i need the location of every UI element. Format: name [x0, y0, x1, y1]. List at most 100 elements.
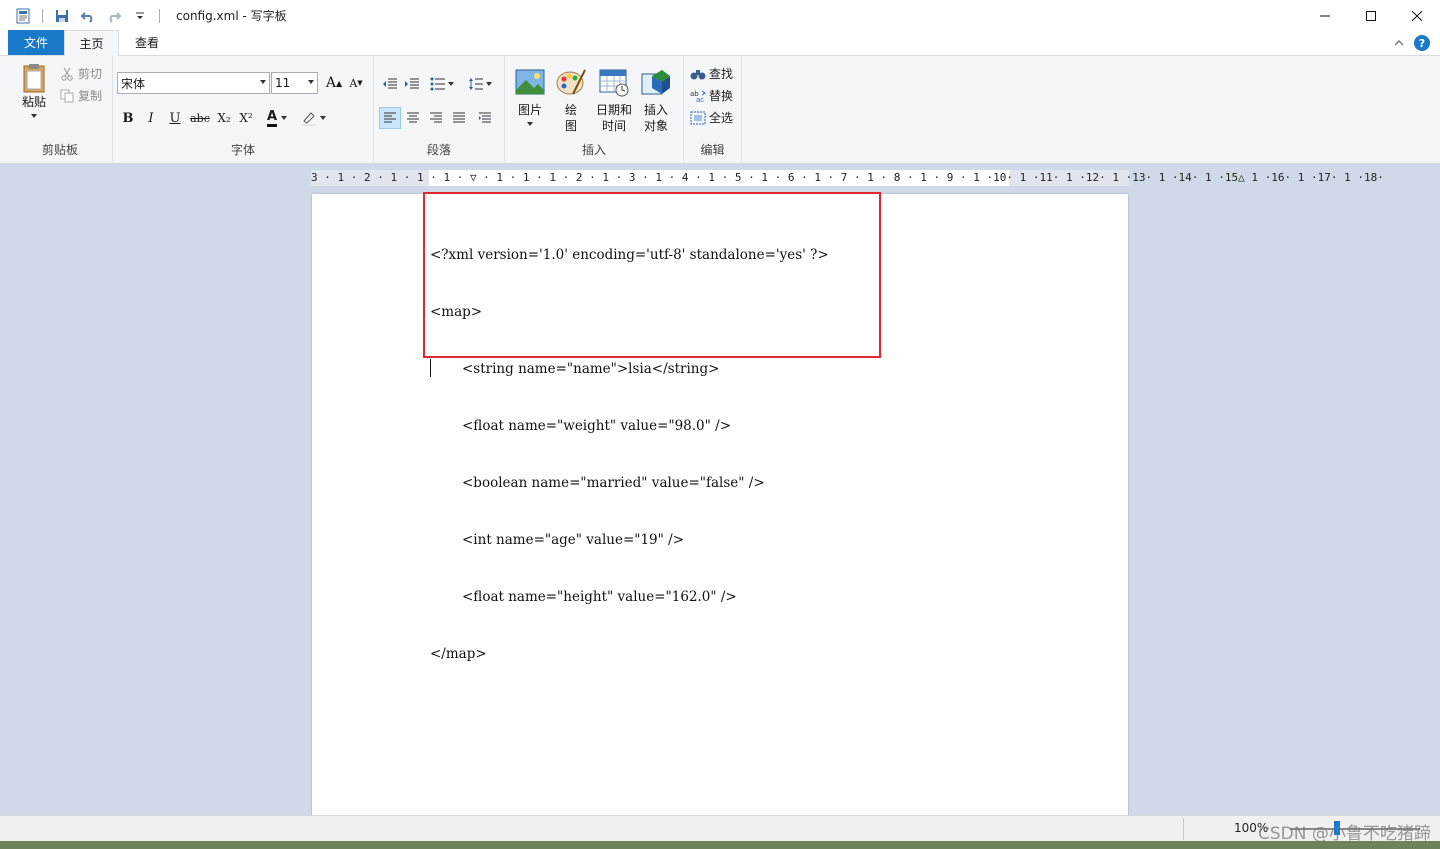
italic-button[interactable]: I [140, 107, 162, 129]
underline-button[interactable]: U [164, 107, 186, 129]
tab-file[interactable]: 文件 [8, 30, 64, 55]
drawing-label-1: 绘 [564, 103, 577, 117]
chevron-down-icon [448, 82, 454, 86]
datetime-label-1: 日期和 [595, 103, 632, 117]
qat-separator [159, 8, 160, 23]
paste-label: 粘贴 [21, 95, 46, 109]
paste-button[interactable]: 粘贴 [14, 62, 54, 118]
chevron-down-icon [319, 116, 326, 120]
insert-datetime-button[interactable]: 日期和 时间 [593, 66, 635, 134]
wordpad-app-icon[interactable] [14, 7, 32, 25]
status-divider [1183, 818, 1184, 840]
bullet-list-button[interactable] [427, 73, 457, 95]
paste-icon [23, 64, 45, 93]
doc-line: <float name="weight" value="98.0" /> [462, 418, 732, 434]
cut-button[interactable]: 剪切 [60, 65, 102, 82]
grow-font-button[interactable]: A ▲ [323, 72, 345, 94]
copy-button[interactable]: 复制 [60, 87, 102, 104]
superscript-button[interactable]: X² [235, 107, 257, 129]
highlighter-icon [301, 112, 316, 126]
qat-separator [42, 8, 43, 23]
replace-label: 替换 [709, 89, 734, 103]
editing-group: 查找 ab ac 替换 全选 编辑 [684, 56, 742, 162]
highlight-color-button[interactable] [297, 107, 329, 129]
quick-access-toolbar: config.xml - 写字板 [0, 0, 287, 31]
font-color-button[interactable]: A [261, 107, 293, 129]
increase-indent-button[interactable] [401, 73, 423, 95]
justify-button[interactable] [448, 107, 470, 129]
title-bar: config.xml - 写字板 [0, 0, 1440, 31]
chevron-down-icon [281, 116, 288, 120]
close-icon [1412, 10, 1422, 21]
clipboard-group: 粘贴 剪切 复制 剪贴板 [8, 56, 113, 162]
chevron-down-icon [486, 82, 492, 86]
datetime-label-2: 时间 [601, 119, 626, 133]
minimize-button[interactable] [1302, 0, 1348, 31]
document-page[interactable]: <?xml version='1.0' encoding='utf-8' sta… [312, 192, 1128, 815]
select-all-button[interactable]: 全选 [690, 109, 733, 126]
help-icon[interactable]: ? [1414, 35, 1430, 51]
paragraph-settings-button[interactable] [474, 107, 496, 129]
grow-font-icon: A [325, 75, 336, 91]
justify-icon [453, 112, 465, 123]
redo-icon[interactable] [105, 7, 123, 25]
collapse-ribbon-icon[interactable] [1394, 39, 1404, 47]
chevron-down-icon [527, 122, 533, 126]
drawing-label-2: 图 [564, 119, 577, 133]
ruler-scale: 3 · 1 · 2 · 1 · 1 · 1 · ▽ · 1 · 1 · 1 · … [311, 171, 1384, 184]
doc-line: <map> [430, 304, 483, 320]
font-family-value: 宋体 [121, 76, 146, 91]
font-group-label: 字体 [230, 143, 255, 157]
select-all-label: 全选 [709, 111, 734, 125]
insert-picture-button[interactable]: 图片 [511, 66, 549, 126]
font-family-select[interactable]: 宋体 [117, 72, 270, 94]
object-label-1: 插入 [643, 103, 668, 117]
window-title: config.xml - 写字板 [176, 9, 287, 23]
align-right-button[interactable] [425, 107, 447, 129]
document-workspace: 3 · 1 · 2 · 1 · 1 · 1 · ▽ · 1 · 1 · 1 · … [8, 165, 1432, 815]
maximize-button[interactable] [1348, 0, 1394, 31]
decrease-indent-button[interactable] [379, 73, 401, 95]
ribbon: 粘贴 剪切 复制 剪贴板 宋体 11 A ▲ A ▼ B I U abc X₂ X² [0, 56, 1440, 164]
close-button[interactable] [1394, 0, 1440, 31]
minimize-icon [1320, 15, 1330, 16]
picture-icon [515, 69, 545, 95]
document-text[interactable]: <?xml version='1.0' encoding='utf-8' sta… [430, 208, 829, 702]
align-center-button[interactable] [402, 107, 424, 129]
paint-palette-icon [556, 69, 586, 95]
undo-icon[interactable] [79, 7, 97, 25]
find-button[interactable]: 查找 [690, 65, 733, 82]
maximize-icon [1366, 10, 1376, 21]
select-all-icon [690, 111, 706, 124]
find-label: 查找 [709, 67, 734, 81]
insert-object-button[interactable]: 插入 对象 [637, 66, 675, 134]
chevron-down-icon [260, 80, 266, 84]
replace-icon: abac [690, 90, 706, 103]
binoculars-icon [690, 69, 706, 79]
bold-button[interactable]: B [117, 107, 139, 129]
copy-label: 复制 [78, 89, 103, 103]
insert-group-label: 插入 [581, 143, 606, 157]
save-icon[interactable] [53, 7, 71, 25]
customize-qat-icon[interactable] [131, 7, 149, 25]
tab-view[interactable]: 查看 [119, 30, 175, 55]
horizontal-ruler[interactable]: 3 · 1 · 2 · 1 · 1 · 1 · ▽ · 1 · 1 · 1 · … [311, 170, 1384, 186]
decrease-indent-icon [383, 78, 397, 89]
font-size-select[interactable]: 11 [271, 72, 318, 94]
replace-button[interactable]: ab ac 替换 [690, 87, 733, 104]
shrink-font-icon: A [349, 76, 358, 90]
tabrow-right-controls: ? [1394, 35, 1430, 51]
scissors-icon [61, 67, 73, 81]
paste-dropdown-icon[interactable] [31, 114, 37, 118]
tab-home[interactable]: 主页 [64, 30, 119, 56]
doc-line: <int name="age" value="19" /> [462, 532, 685, 548]
subscript-button[interactable]: X₂ [213, 107, 235, 129]
line-spacing-icon [469, 78, 483, 90]
insert-drawing-button[interactable]: 绘 图 [553, 66, 589, 134]
svg-text:ac: ac [696, 96, 704, 103]
line-spacing-button[interactable] [465, 73, 495, 95]
align-left-button[interactable] [379, 107, 401, 129]
ribbon-tab-row: 文件 主页 查看 ? [0, 30, 1440, 56]
strikethrough-button[interactable]: abc [189, 107, 211, 129]
shrink-font-button[interactable]: A ▼ [345, 72, 367, 94]
